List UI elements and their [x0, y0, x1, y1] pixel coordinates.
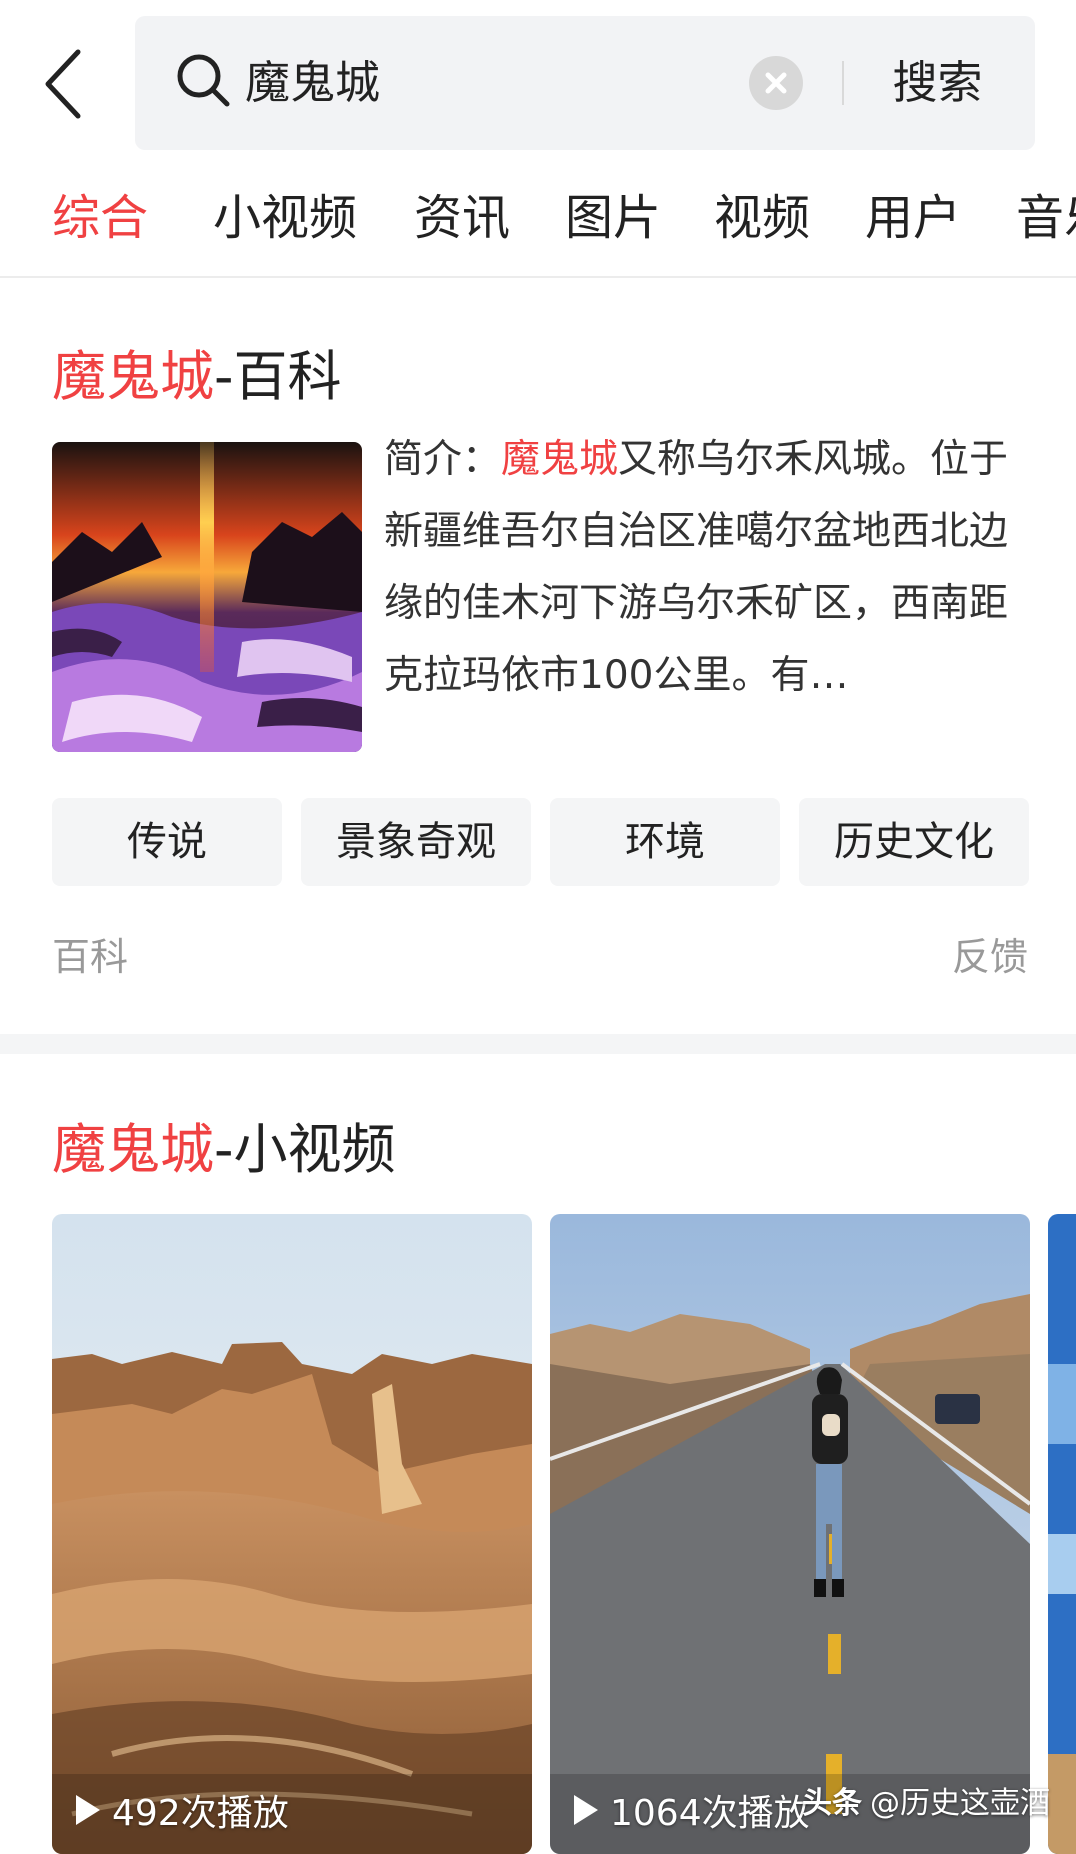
short-video-title-keyword: 魔鬼城 — [52, 1118, 214, 1181]
short-video-title-suffix: -小视频 — [214, 1118, 396, 1181]
baike-description[interactable]: 简介：魔鬼城又称乌尔禾风城。位于新疆维吾尔自治区准噶尔盆地西北边缘的佳木河下游乌… — [384, 424, 1024, 712]
watermark: 头条@历史这壶酒 — [802, 1778, 1050, 1822]
video-play-count: 1064次播放 — [574, 1780, 810, 1840]
chip-history-culture[interactable]: 历史文化 — [799, 798, 1029, 886]
video-play-count: 492次播放 — [76, 1780, 289, 1840]
search-icon — [173, 50, 233, 110]
clear-search-button[interactable] — [749, 56, 803, 110]
feedback-link[interactable]: 反馈 — [952, 926, 1028, 981]
video-thumbnail-road — [550, 1214, 1030, 1854]
close-icon — [749, 56, 803, 110]
category-tabs: 综合 小视频 资讯 图片 视频 用户 音乐 — [0, 168, 1076, 278]
baike-source-label: 百科 — [52, 926, 128, 981]
video-card[interactable]: 492次播放 — [52, 1214, 532, 1854]
baike-desc-prefix: 简介： — [384, 437, 501, 482]
tab-music[interactable]: 音乐 — [1016, 188, 1076, 248]
search-button[interactable]: 搜索 — [870, 16, 1005, 150]
tab-images[interactable]: 图片 — [565, 188, 661, 248]
baike-landscape-image — [52, 442, 362, 752]
search-input[interactable]: 魔鬼城 — [245, 16, 380, 150]
chip-scenery[interactable]: 景象奇观 — [301, 798, 531, 886]
tab-video[interactable]: 视频 — [714, 188, 810, 248]
search-bar[interactable]: 魔鬼城 搜索 — [135, 16, 1035, 150]
baike-thumbnail[interactable] — [52, 442, 362, 752]
tab-comprehensive[interactable]: 综合 — [52, 188, 148, 248]
play-icon — [574, 1795, 598, 1825]
chip-environment[interactable]: 环境 — [550, 798, 780, 886]
tab-news[interactable]: 资讯 — [414, 188, 510, 248]
baike-title-keyword: 魔鬼城 — [52, 345, 214, 408]
section-divider — [0, 1034, 1076, 1054]
video-card[interactable]: 1064次播放 — [550, 1214, 1030, 1854]
search-divider — [842, 61, 844, 105]
chip-legend[interactable]: 传说 — [52, 798, 282, 886]
video-thumbnail-partial — [1048, 1214, 1076, 1854]
tab-short-video[interactable]: 小视频 — [213, 188, 357, 248]
watermark-handle: @历史这壶酒 — [870, 1786, 1050, 1821]
tab-users[interactable]: 用户 — [865, 188, 961, 248]
baike-title-suffix: -百科 — [214, 345, 342, 408]
watermark-brand: 头条 — [802, 1786, 862, 1821]
play-icon — [76, 1795, 100, 1825]
baike-title[interactable]: 魔鬼城-百科 — [52, 332, 342, 411]
short-video-title[interactable]: 魔鬼城-小视频 — [52, 1105, 396, 1184]
back-arrow-icon[interactable] — [38, 46, 94, 122]
video-card-partial[interactable] — [1048, 1214, 1076, 1854]
baike-desc-keyword: 魔鬼城 — [501, 437, 618, 482]
search-header: 魔鬼城 搜索 — [0, 0, 1076, 168]
video-thumbnail-desert — [52, 1214, 532, 1854]
